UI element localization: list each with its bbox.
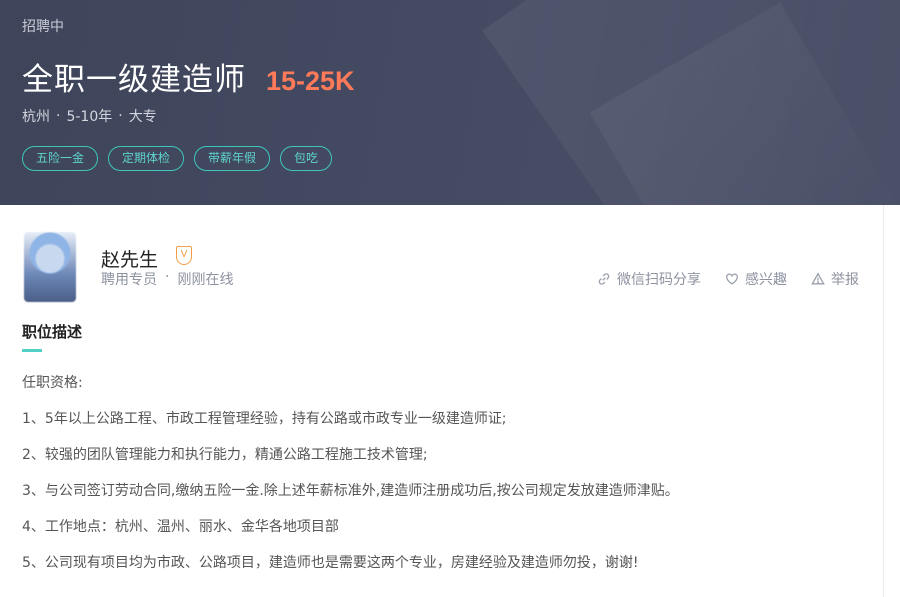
meta-separator: · [56,108,61,124]
description-line: 5、公司现有项目均为市政、公路项目，建造师也是需要这两个专业，房建经验及建造师勿… [22,555,639,571]
description-line: 任职资格: [22,375,83,391]
share-button[interactable]: 微信扫码分享 [597,269,701,289]
description-line: 3、与公司签订劳动合同,缴纳五险一金.除上述年薪标准外,建造师注册成功后,按公司… [22,483,679,499]
salary: 15-25K [266,66,355,96]
job-city: 杭州 [22,109,50,125]
share-label: 微信扫码分享 [617,272,701,288]
section-title: 职位描述 [22,323,83,341]
action-bar: 微信扫码分享 感兴趣 举报 [597,269,859,289]
recruiter-role: 聘用专员 [101,272,157,288]
job-meta: 杭州 · 5-10年 · 大专 [22,106,157,126]
meta-separator: · [118,108,123,124]
avatar[interactable] [24,232,76,302]
benefit-tag: 包吃 [280,146,333,171]
recruiter-name[interactable]: 赵先生 [101,245,158,272]
warning-icon [811,272,825,285]
job-detail-card: 赵先生 V 聘用专员 · 刚刚在线 微信扫码分享 感兴趣 举报 职位描述 任职资… [0,205,884,597]
description-line: 1、5年以上公路工程、市政工程管理经验，持有公路或市政专业一级建造师证; [22,411,507,427]
job-header: 招聘中 全职一级建造师 15-25K 杭州 · 5-10年 · 大专 五险一金 … [0,0,900,205]
job-experience: 5-10年 [66,109,113,125]
job-education: 大专 [128,109,157,125]
report-label: 举报 [831,272,859,288]
benefit-tag: 带薪年假 [194,146,271,171]
title-row: 全职一级建造师 15-25K [22,54,355,99]
benefit-tag: 五险一金 [22,146,99,171]
job-description: 任职资格: 1、5年以上公路工程、市政工程管理经验，持有公路或市政专业一级建造师… [22,373,679,589]
report-button[interactable]: 举报 [811,269,859,289]
benefit-tags: 五险一金 定期体检 带薪年假 包吃 [22,146,333,171]
recruiter-meta: 聘用专员 · 刚刚在线 [101,269,233,289]
link-icon [598,273,610,285]
recruiter-meta-separator: · [165,269,170,285]
job-title: 全职一级建造师 [22,62,246,98]
job-status: 招聘中 [22,19,64,35]
interest-label: 感兴趣 [745,272,787,288]
interest-button[interactable]: 感兴趣 [725,269,787,289]
verified-badge-icon: V [176,246,192,265]
heart-icon [726,273,738,285]
online-status: 刚刚在线 [177,272,234,288]
description-line: 4、工作地点：杭州、温州、丽水、金华各地项目部 [22,519,339,535]
benefit-tag: 定期体检 [108,146,185,171]
section-underline [22,349,42,352]
description-line: 2、较强的团队管理能力和执行能力，精通公路工程施工技术管理; [22,447,428,463]
